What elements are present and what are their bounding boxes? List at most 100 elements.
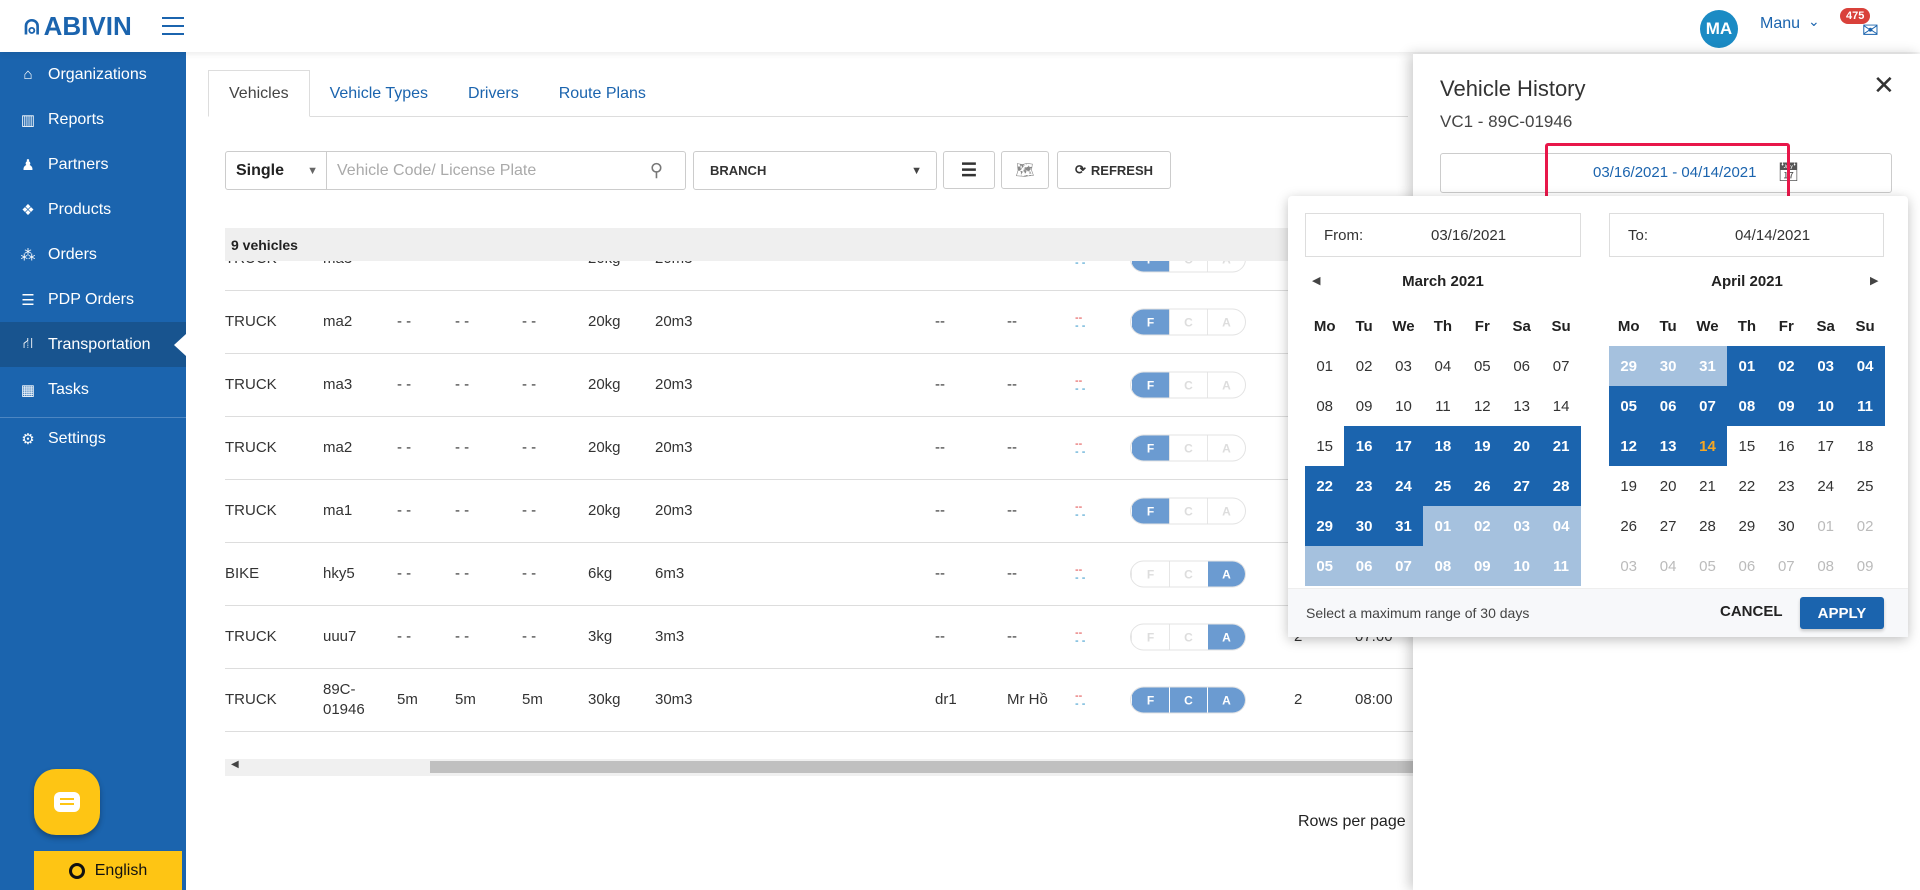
calendar-day[interactable]: 25 bbox=[1845, 466, 1884, 506]
fca-c-button[interactable]: C bbox=[1169, 561, 1207, 587]
tab-vehicles[interactable]: Vehicles bbox=[208, 70, 310, 117]
calendar-day[interactable]: 06 bbox=[1648, 386, 1688, 426]
calendar-day[interactable]: 28 bbox=[1688, 506, 1727, 546]
calendar-day[interactable]: 14 bbox=[1541, 386, 1580, 426]
fca-f-button[interactable]: F bbox=[1131, 309, 1169, 335]
calendar-day[interactable]: 26 bbox=[1609, 506, 1648, 546]
refresh-button[interactable]: ⟳ REFRESH bbox=[1057, 151, 1171, 189]
to-date-field[interactable]: To: 04/14/2021 bbox=[1609, 213, 1884, 257]
calendar-day[interactable]: 06 bbox=[1727, 546, 1766, 586]
cancel-button[interactable]: CANCEL bbox=[1720, 603, 1783, 620]
calendar-day[interactable]: 24 bbox=[1383, 466, 1424, 506]
calendar-day[interactable]: 02 bbox=[1462, 506, 1502, 546]
fca-a-button[interactable]: A bbox=[1207, 261, 1245, 272]
tab-route-plans[interactable]: Route Plans bbox=[539, 70, 666, 117]
fca-a-button[interactable]: A bbox=[1207, 687, 1245, 713]
fca-c-button[interactable]: C bbox=[1169, 498, 1207, 524]
fca-a-button[interactable]: A bbox=[1207, 624, 1245, 650]
calendar-day[interactable]: 30 bbox=[1648, 346, 1688, 386]
table-row[interactable]: TRUCK ma2 - - - - - - 20kg 20m3 -- -- -- - - FCA bbox=[225, 417, 1415, 480]
calendar-day[interactable]: 21 bbox=[1541, 426, 1581, 466]
calendar-day[interactable]: 04 bbox=[1845, 346, 1885, 386]
fca-toggle[interactable]: FCA bbox=[1130, 434, 1246, 462]
calendar-day[interactable]: 11 bbox=[1423, 386, 1462, 426]
scrollbar-thumb[interactable] bbox=[430, 761, 1415, 773]
calendar-day[interactable]: 02 bbox=[1845, 506, 1884, 546]
menu-toggle-icon[interactable] bbox=[162, 17, 184, 35]
sidebar-item-pdp-orders[interactable]: ☰ PDP Orders bbox=[0, 277, 186, 322]
table-row[interactable]: BIKE hky5 - - - - - - 6kg 6m3 -- -- -- - - FCA bbox=[225, 543, 1415, 606]
calendar-day[interactable]: 07 bbox=[1687, 386, 1728, 426]
calendar-day[interactable]: 09 bbox=[1766, 386, 1806, 426]
calendar-day[interactable]: 03 bbox=[1502, 506, 1542, 546]
calendar-day[interactable]: 01 bbox=[1727, 346, 1767, 386]
calendar-day[interactable]: 30 bbox=[1767, 506, 1806, 546]
calendar-day[interactable]: 10 bbox=[1806, 386, 1846, 426]
fca-c-button[interactable]: C bbox=[1169, 309, 1207, 335]
calendar-day[interactable]: 09 bbox=[1845, 546, 1884, 586]
fca-f-button[interactable]: F bbox=[1131, 561, 1169, 587]
fca-f-button[interactable]: F bbox=[1131, 435, 1169, 461]
calendar-day[interactable]: 13 bbox=[1502, 386, 1541, 426]
fca-f-button[interactable]: F bbox=[1131, 687, 1169, 713]
calendar-day[interactable]: 31 bbox=[1687, 346, 1728, 386]
calendar-day[interactable]: 18 bbox=[1423, 426, 1463, 466]
table-row[interactable]: TRUCKuuu7- -- -- -3kg3m3----207:00--- -F… bbox=[225, 606, 1415, 669]
fca-c-button[interactable]: C bbox=[1169, 435, 1207, 461]
sidebar-item-partners[interactable]: ♟ Partners bbox=[0, 142, 186, 187]
calendar-day[interactable]: 19 bbox=[1462, 426, 1502, 466]
fca-a-button[interactable]: A bbox=[1207, 309, 1245, 335]
fca-toggle[interactable]: FCA bbox=[1130, 560, 1246, 588]
calendar-day[interactable]: 01 bbox=[1305, 346, 1344, 386]
calendar-day[interactable]: 05 bbox=[1609, 386, 1649, 426]
fca-a-button[interactable]: A bbox=[1207, 372, 1245, 398]
calendar-day[interactable]: 26 bbox=[1462, 466, 1502, 506]
calendar-day[interactable]: 06 bbox=[1502, 346, 1541, 386]
calendar-day[interactable]: 11 bbox=[1541, 546, 1581, 586]
calendar-day[interactable]: 28 bbox=[1541, 466, 1581, 506]
calendar-day[interactable]: 13 bbox=[1648, 426, 1688, 466]
calendar-day[interactable]: 09 bbox=[1344, 386, 1383, 426]
calendar-day[interactable]: 31 bbox=[1383, 506, 1424, 546]
calendar-day[interactable]: 17 bbox=[1383, 426, 1424, 466]
calendar-day[interactable]: 27 bbox=[1648, 506, 1687, 546]
user-menu[interactable]: Manu bbox=[1760, 15, 1800, 33]
sidebar-item-organizations[interactable]: ⌂ Organizations bbox=[0, 52, 186, 97]
table-row[interactable]: TRUCK ma2 - - - - - - 20kg 20m3 -- -- -- - - FCA bbox=[225, 291, 1415, 354]
fca-a-button[interactable]: A bbox=[1207, 561, 1245, 587]
calendar-day[interactable]: 27 bbox=[1502, 466, 1542, 506]
fca-f-button[interactable]: F bbox=[1131, 624, 1169, 650]
calendar-day[interactable]: 15 bbox=[1727, 426, 1766, 466]
fca-toggle[interactable]: FCA bbox=[1130, 497, 1246, 525]
calendar-day[interactable]: 10 bbox=[1384, 386, 1423, 426]
chat-button[interactable] bbox=[34, 769, 100, 835]
calendar-day[interactable]: 03 bbox=[1609, 546, 1648, 586]
calendar-day[interactable]: 04 bbox=[1648, 546, 1687, 586]
sidebar-item-reports[interactable]: ▥ Reports bbox=[0, 97, 186, 142]
fca-a-button[interactable]: A bbox=[1207, 435, 1245, 461]
fca-f-button[interactable]: F bbox=[1131, 261, 1169, 272]
search-mode-select[interactable]: Single ▼ bbox=[225, 151, 327, 190]
calendar-day[interactable]: 24 bbox=[1806, 466, 1845, 506]
from-date-field[interactable]: From: 03/16/2021 bbox=[1305, 213, 1581, 257]
search-input[interactable]: Vehicle Code/ License Plate ⚲ bbox=[326, 151, 686, 190]
fca-toggle[interactable]: FCA bbox=[1130, 308, 1246, 336]
sidebar-item-transportation[interactable]: ⛙ Transportation bbox=[0, 322, 186, 367]
fca-c-button[interactable]: C bbox=[1169, 372, 1207, 398]
map-view-button[interactable]: 🗺︎ bbox=[1001, 151, 1049, 189]
calendar-day[interactable]: 04 bbox=[1541, 506, 1581, 546]
calendar-day[interactable]: 20 bbox=[1502, 426, 1542, 466]
calendar-day[interactable]: 08 bbox=[1727, 386, 1767, 426]
calendar-day[interactable]: 02 bbox=[1344, 346, 1383, 386]
logo[interactable]: ⍝ ABIVIN bbox=[24, 8, 132, 44]
table-row[interactable]: TRUCK 89C- 01946 5m 5m 5m 30kg 30m3 dr1 Mr Hồ 2 08:… bbox=[225, 669, 1415, 732]
calendar-day[interactable]: 04 bbox=[1423, 346, 1462, 386]
tab-drivers[interactable]: Drivers bbox=[448, 70, 539, 117]
calendar-day[interactable]: 08 bbox=[1305, 386, 1344, 426]
branch-select[interactable]: BRANCH ▼ bbox=[693, 151, 937, 190]
table-row[interactable]: TRUCK ma1 - - - - - - 20kg 20m3 -- -- -- - - FCA bbox=[225, 480, 1415, 543]
calendar-day[interactable]: 23 bbox=[1767, 466, 1806, 506]
sidebar-item-products[interactable]: ❖ Products bbox=[0, 187, 186, 232]
calendar-day[interactable]: 23 bbox=[1344, 466, 1384, 506]
calendar-day[interactable]: 16 bbox=[1344, 426, 1384, 466]
